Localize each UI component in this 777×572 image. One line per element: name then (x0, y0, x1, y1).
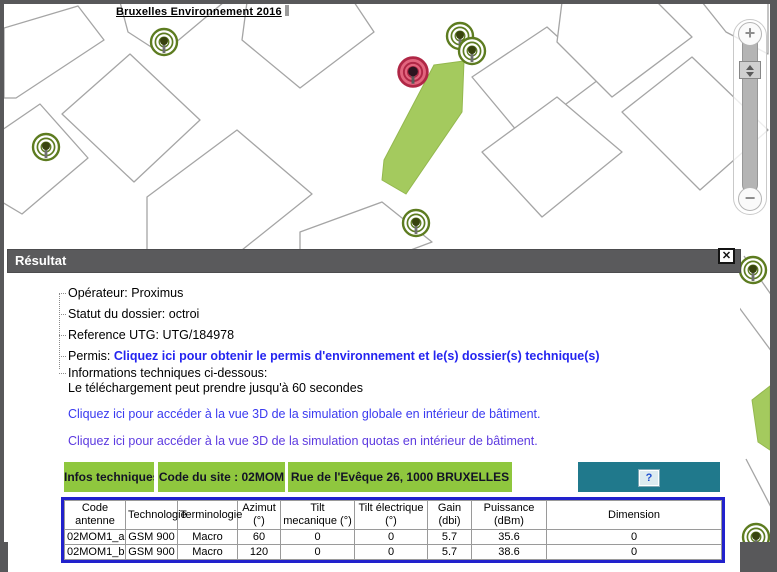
detail-reference: Reference UTG: UTG/184978 (8, 325, 234, 346)
col-gain: Gain (dbi) (428, 501, 472, 530)
cell: 02MOM1_b (65, 545, 126, 560)
detail-operator: Opérateur: Proximus (8, 283, 183, 304)
col-technologie: Technologie (126, 501, 178, 530)
cell: 120 (238, 545, 281, 560)
cell: Macro (178, 530, 238, 545)
address-header: Rue de l'Evêque 26, 1000 BRUXELLES (288, 462, 512, 492)
table-header-row: Code antenne Technologie Terminologie Az… (65, 501, 722, 530)
antenna-table: Code antenne Technologie Terminologie Az… (61, 497, 725, 563)
cell: 38.6 (472, 545, 547, 560)
cell: 0 (281, 545, 355, 560)
building-right-strip (752, 386, 770, 450)
help-icon[interactable]: ? (639, 470, 659, 486)
popup-body: Opérateur: Proximus Statut du dossier: o… (8, 277, 740, 572)
cell: 5.7 (428, 530, 472, 545)
permis-label: Permis: (68, 349, 114, 363)
close-icon[interactable]: ✕ (718, 248, 735, 264)
col-tilt-mecanique: Tilt mecanique (°) (281, 501, 355, 530)
col-code-antenne: Code antenne (65, 501, 126, 530)
col-azimut: Azimut (°) (238, 501, 281, 530)
antenna-icon[interactable] (743, 524, 769, 542)
cell: 0 (547, 530, 722, 545)
table-row: 02MOM1_b GSM 900 Macro 120 0 0 5.7 38.6 … (65, 545, 722, 560)
map-attribution-link[interactable]: Bruxelles Environnement 2016 (116, 5, 289, 18)
cell: 0 (355, 545, 428, 560)
result-popup: Résultat ✕ Opérateur: Proximus Statut du… (8, 250, 740, 572)
zoom-out-button[interactable]: − (738, 187, 762, 211)
detail-statut: Statut du dossier: octroi (8, 304, 199, 325)
antenna-icon[interactable] (403, 210, 429, 236)
col-dimension: Dimension (547, 501, 722, 530)
cell: 60 (238, 530, 281, 545)
link-3d-quotas[interactable]: Cliquez ici pour accéder à la vue 3D de … (68, 434, 538, 448)
cell: 02MOM1_a (65, 530, 126, 545)
antenna-icon[interactable] (33, 134, 59, 160)
cell: 0 (355, 530, 428, 545)
slider-up-arrow-icon (746, 65, 754, 70)
popup-title-text: Résultat (15, 253, 66, 268)
slider-down-arrow-icon (746, 72, 754, 77)
zoom-slider-handle[interactable] (739, 61, 761, 79)
antenna-icon[interactable] (459, 38, 485, 64)
cell: 5.7 (428, 545, 472, 560)
site-code-header: Code du site : 02MOM (158, 462, 285, 492)
antenna-icon[interactable] (151, 29, 177, 55)
cell: 0 (281, 530, 355, 545)
permis-link[interactable]: Cliquez ici pour obtenir le permis d'env… (114, 349, 600, 363)
infos-techniques-header: Infos techniques (64, 462, 154, 492)
zoom-in-button[interactable]: + (738, 22, 762, 46)
cell: 0 (547, 545, 722, 560)
app-window: Bruxelles Environnement 2016 + − Résulta… (0, 0, 777, 572)
help-header: ? (578, 462, 720, 492)
cell: Macro (178, 545, 238, 560)
col-puissance: Puissance (dBm) (472, 501, 547, 530)
zoom-control: + − (733, 19, 767, 215)
antenna-icon[interactable] (740, 257, 766, 283)
col-tilt-electrique: Tilt électrique (°) (355, 501, 428, 530)
link-3d-global[interactable]: Cliquez ici pour accéder à la vue 3D de … (68, 407, 541, 421)
download-note: Le téléchargement peut prendre jusqu'à 6… (68, 381, 363, 395)
table-row: 02MOM1_a GSM 900 Macro 60 0 0 5.7 35.6 0 (65, 530, 722, 545)
popup-titlebar: Résultat ✕ (8, 250, 740, 272)
selected-antenna-icon[interactable] (399, 58, 428, 87)
cell: GSM 900 (126, 545, 178, 560)
col-terminologie: Terminologie (178, 501, 238, 530)
cell: GSM 900 (126, 530, 178, 545)
cell: 35.6 (472, 530, 547, 545)
